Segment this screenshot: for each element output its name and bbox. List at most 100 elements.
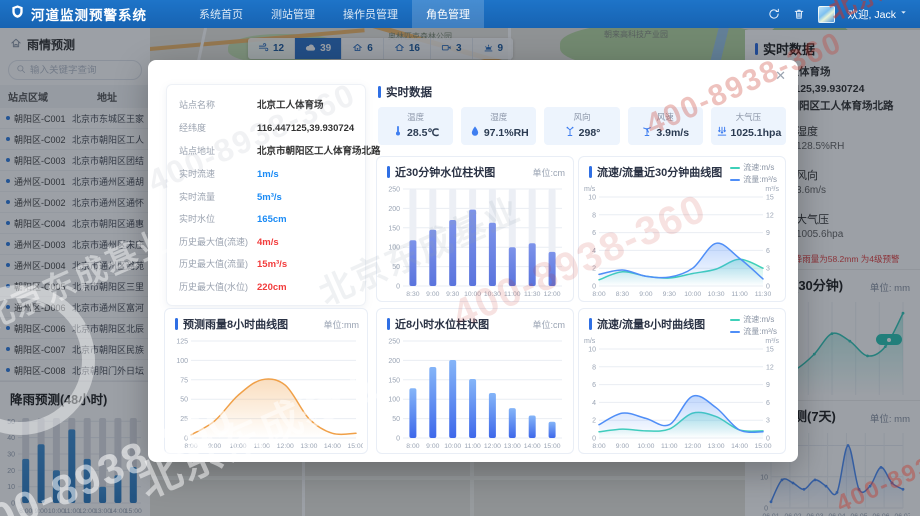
svg-text:3: 3 (766, 418, 770, 425)
chart-title: 流速/流量8小时曲线图 (597, 316, 705, 332)
refresh-icon[interactable] (768, 8, 780, 20)
title-bar-accent (378, 86, 381, 98)
field-label: 经纬度 (179, 121, 257, 134)
svg-text:9: 9 (766, 382, 770, 389)
svg-text:6: 6 (592, 382, 596, 389)
close-icon[interactable]: ✕ (775, 68, 786, 84)
stat-value: 28.5℃ (407, 127, 439, 139)
app: 奥林匹克森林公园 朝来高科技产业园 123961639 雨情预测 站点区域 地址… (0, 0, 920, 516)
humidity-icon (469, 124, 481, 142)
stat-label: 大气压 (736, 111, 762, 123)
realtime-stat-card: 风向298° (544, 107, 619, 145)
station-field: 历史最大值(水位)220cm (179, 280, 353, 293)
stat-value: 1025.1hpa (731, 127, 782, 139)
svg-text:125: 125 (176, 339, 188, 346)
flow-8h-chart: 024681003691215m/sm³/s8:009:0010:0011:00… (583, 335, 781, 451)
realtime-title: 实时数据 (386, 84, 432, 100)
svg-text:8:00: 8:00 (184, 443, 197, 450)
stat-label: 湿度 (490, 111, 507, 123)
chart-legend: 流速:m/s流量:m³/s (730, 162, 777, 185)
svg-text:15:00: 15:00 (347, 443, 363, 450)
svg-text:15:00: 15:00 (754, 443, 771, 450)
avatar[interactable] (818, 6, 835, 23)
svg-text:8: 8 (592, 212, 596, 219)
stat-value: 3.9m/s (656, 127, 689, 139)
svg-text:9:00: 9:00 (426, 443, 439, 450)
legend-item: 流速:m/s (730, 314, 777, 325)
svg-text:11:00: 11:00 (464, 443, 481, 450)
realtime-stat-card: 大气压 1025.1hpa (711, 107, 786, 145)
svg-text:14:00: 14:00 (731, 443, 748, 450)
water-level-30min-card: 近30分钟水位柱状图 单位:cm 0501001502002508:309:00… (376, 156, 574, 302)
nav-item-3[interactable]: 角色管理 (412, 0, 484, 28)
stat-value: 97.1%RH (484, 127, 529, 139)
svg-text:10:30: 10:30 (484, 291, 501, 298)
svg-text:9:00: 9:00 (426, 291, 439, 298)
title-bar-accent (589, 318, 592, 330)
station-field: 站点地址北京市朝阳区工人体育场北路 (179, 143, 353, 157)
svg-text:12: 12 (766, 364, 774, 371)
svg-text:15:00: 15:00 (544, 443, 561, 450)
chevron-down-icon (899, 8, 908, 20)
svg-text:10:00: 10:00 (684, 291, 701, 298)
rain-8h-card: 预测雨量8小时曲线图 单位:mm 02550751001258:009:0010… (164, 308, 368, 454)
field-label: 站点地址 (179, 144, 257, 157)
nav-item-0[interactable]: 系统首页 (185, 0, 257, 28)
station-info-card: 站点名称北京工人体育场经纬度116.447125,39.930724站点地址北京… (166, 84, 366, 306)
svg-text:100: 100 (388, 245, 400, 252)
nav-item-1[interactable]: 测站管理 (257, 0, 329, 28)
title-bar-accent (589, 166, 592, 178)
svg-text:0: 0 (766, 436, 770, 443)
svg-text:13:00: 13:00 (300, 443, 317, 450)
field-value: 4m/s (257, 237, 279, 248)
svg-text:10:00: 10:00 (230, 443, 247, 450)
stat-label: 温度 (407, 111, 424, 123)
chart-unit: 单位:cm (533, 318, 566, 331)
svg-text:0: 0 (592, 436, 596, 443)
svg-text:15: 15 (766, 347, 774, 354)
svg-text:8: 8 (592, 364, 596, 371)
svg-text:11:30: 11:30 (755, 291, 772, 298)
station-field: 历史最大值(流量)15m³/s (179, 257, 353, 270)
field-value: 165cm (257, 214, 287, 225)
svg-text:8:00: 8:00 (406, 443, 419, 450)
water-level-8h-card: 近8小时水位柱状图 单位:cm 0501001502002508:009:001… (376, 308, 574, 454)
nav-item-2[interactable]: 操作员管理 (329, 0, 412, 28)
svg-text:8:00: 8:00 (592, 443, 605, 450)
svg-text:250: 250 (388, 339, 400, 346)
field-label: 历史最大值(流速) (179, 235, 257, 248)
svg-text:3: 3 (766, 266, 770, 273)
chart-title: 预测雨量8小时曲线图 (183, 316, 288, 332)
flow-8h-card: 流速/流量8小时曲线图 流速:m/s流量:m³/s 02468100369121… (578, 308, 786, 454)
svg-text:9:00: 9:00 (639, 291, 652, 298)
svg-text:9:30: 9:30 (663, 291, 676, 298)
field-value: 1m/s (257, 169, 279, 180)
svg-text:250: 250 (388, 187, 400, 194)
svg-text:12: 12 (766, 212, 774, 219)
svg-text:m/s: m/s (584, 338, 596, 345)
app-logo: 河道监测预警系统 (0, 4, 161, 24)
navbar-actions: 欢迎, Jack (768, 6, 920, 23)
title-bar-accent (387, 166, 390, 178)
svg-text:11:00: 11:00 (661, 443, 678, 450)
svg-text:11:30: 11:30 (524, 291, 541, 298)
realtime-cards: 温度 28.5℃ 湿度 97.1%RH 风向298° 风速 3.9m/s 大气压 1025.1h… (378, 107, 786, 145)
svg-text:14:00: 14:00 (524, 443, 541, 450)
wind-speed-icon (641, 124, 653, 142)
svg-text:10: 10 (588, 347, 596, 354)
wind-direction-icon (564, 124, 576, 142)
title-bar-accent (175, 318, 178, 330)
top-navbar: 河道监测预警系统 系统首页测站管理操作员管理角色管理 欢迎, Jack (0, 0, 920, 28)
user-menu[interactable]: 欢迎, Jack (848, 7, 908, 22)
rain-8h-chart: 02550751001258:009:0010:0011:0012:0013:0… (169, 335, 363, 451)
svg-text:2: 2 (592, 266, 596, 273)
station-field: 实时流速1m/s (179, 167, 353, 180)
svg-text:12:00: 12:00 (484, 443, 501, 450)
chart-title: 近30分钟水位柱状图 (395, 164, 495, 180)
stat-label: 风速 (657, 111, 674, 123)
svg-text:150: 150 (388, 377, 400, 384)
trash-icon[interactable] (793, 8, 805, 20)
svg-text:10:30: 10:30 (708, 291, 725, 298)
stat-value: 298° (579, 127, 601, 139)
svg-text:14:00: 14:00 (324, 443, 341, 450)
